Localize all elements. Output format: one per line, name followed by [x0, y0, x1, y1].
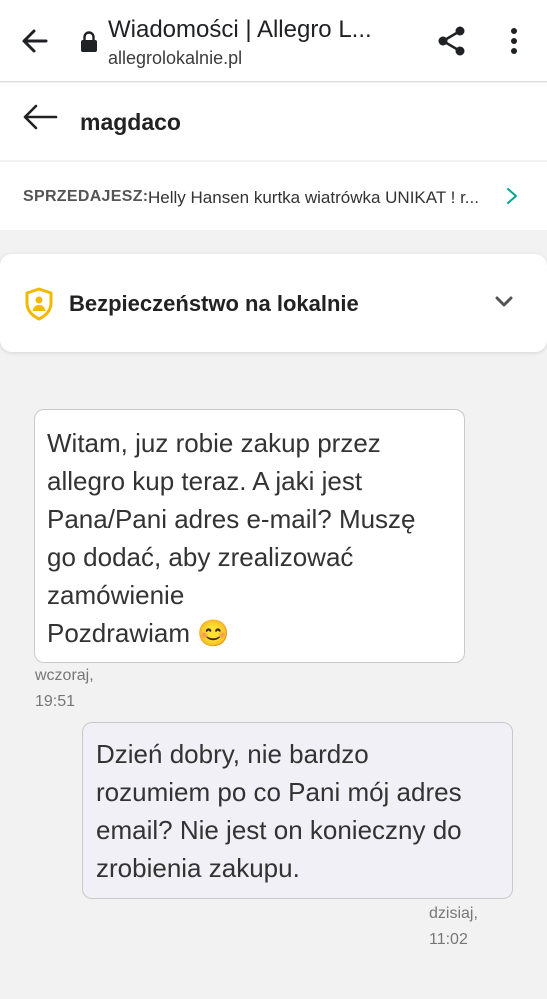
shield-user-icon	[25, 287, 53, 321]
browser-page-title[interactable]: Wiadomości | Allegro L...	[108, 16, 418, 44]
share-icon[interactable]	[436, 25, 468, 57]
seller-item-bar[interactable]: SPRZEDAJESZ: Helly Hansen kurtka wiatrów…	[0, 162, 547, 230]
chevron-right-icon[interactable]	[506, 187, 518, 205]
browser-back-icon[interactable]	[20, 26, 50, 56]
message-timestamp: dzisiaj, 11:02	[429, 905, 478, 948]
lock-icon	[81, 31, 97, 52]
message-timestamp: wczoraj, 19:51	[35, 667, 94, 710]
conversation-header: magdaco	[0, 83, 547, 160]
safety-title: Bezpieczeństwo na lokalnie	[69, 291, 359, 316]
more-vertical-icon[interactable]	[504, 26, 524, 56]
conversation-username: magdaco	[80, 109, 181, 135]
message-bubble-outgoing: Dzień dobry, nie bardzo rozumiem po co P…	[82, 722, 513, 899]
seller-label: SPRZEDAJESZ:	[23, 188, 149, 205]
safety-card[interactable]: Bezpieczeństwo na lokalnie	[0, 254, 547, 352]
message-bubble-incoming: Witam, juz robie zakup przez allegro kup…	[34, 409, 465, 663]
seller-item-title[interactable]: Helly Hansen kurtka wiatrówka UNIKAT ! r…	[148, 188, 498, 208]
browser-toolbar: Wiadomości | Allegro L... allegrolokalni…	[0, 0, 547, 82]
chevron-down-icon[interactable]	[494, 295, 514, 309]
conversation-back-icon[interactable]	[22, 103, 58, 131]
browser-url[interactable]: allegrolokalnie.pl	[108, 48, 242, 69]
